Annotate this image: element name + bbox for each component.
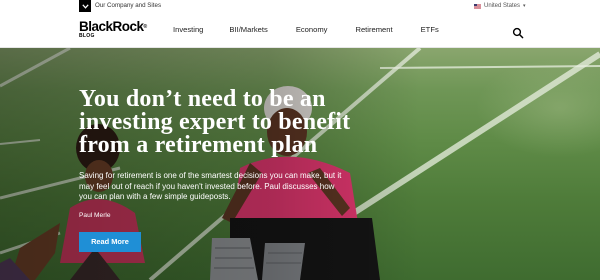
utility-bar: Our Company and Sites United States ▾ <box>0 0 600 12</box>
chevron-down-icon: ▾ <box>523 3 526 9</box>
blackrock-logo[interactable]: BlackRock® BLOG <box>79 20 147 39</box>
search-button[interactable] <box>512 26 524 39</box>
nav-links: Investing BII/Markets Economy Retirement… <box>173 12 467 48</box>
region-selector[interactable]: United States ▾ <box>474 1 526 11</box>
hero-banner: You don’t need to be an investing expert… <box>0 48 600 280</box>
read-more-button[interactable]: Read More <box>79 232 141 252</box>
nav-link-investing[interactable]: Investing <box>173 12 203 48</box>
logo-wordmark: BlackRock <box>79 19 144 34</box>
nav-link-bii-markets[interactable]: BII/Markets <box>229 12 267 48</box>
us-flag-icon <box>474 3 481 9</box>
nav-link-retirement[interactable]: Retirement <box>355 12 392 48</box>
nav-link-etfs[interactable]: ETFs <box>421 12 439 48</box>
author-link[interactable]: Paul Merle <box>79 211 111 220</box>
company-sites-toggle[interactable] <box>79 0 91 12</box>
hero-subtext: Saving for retirement is one of the smar… <box>79 171 342 202</box>
nav-link-economy[interactable]: Economy <box>296 12 328 48</box>
registered-mark: ® <box>143 24 148 30</box>
chevron-down-icon <box>81 3 89 9</box>
company-sites-label[interactable]: Our Company and Sites <box>95 1 161 11</box>
hero-headline: You don’t need to be an investing expert… <box>79 86 351 158</box>
region-label: United States <box>484 3 521 9</box>
search-icon <box>512 27 524 39</box>
main-nav: BlackRock® BLOG Investing BII/Markets Ec… <box>0 12 600 48</box>
